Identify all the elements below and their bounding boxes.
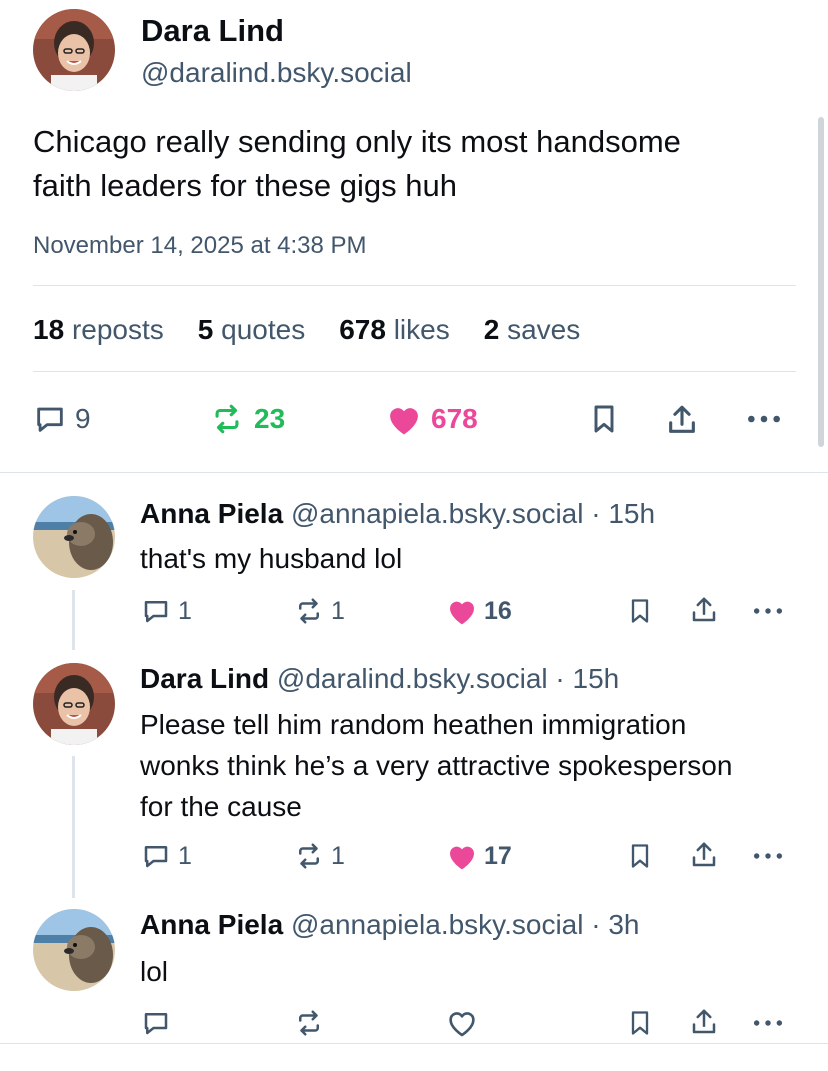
post-date[interactable]: November 14, 2025 at 4:38 PM	[33, 232, 367, 260]
reply-header: Dara Lind @daralind.bsky.social · 15h	[140, 663, 619, 695]
repost-count: 1	[331, 841, 345, 870]
share-icon	[669, 405, 695, 433]
like-button[interactable]: 16	[446, 596, 512, 626]
reply-button[interactable]: 1	[140, 596, 192, 626]
reply-author-name[interactable]: Anna Piela	[140, 909, 283, 940]
likes-stat[interactable]: 678 likes	[339, 314, 450, 346]
like-button[interactable]: 678	[385, 402, 478, 436]
repost-icon	[299, 598, 319, 624]
share-button[interactable]	[689, 839, 719, 871]
repost-count: 1	[331, 596, 345, 625]
repost-icon	[299, 1010, 319, 1036]
repost-button[interactable]	[293, 1008, 331, 1038]
divider	[0, 1043, 828, 1044]
repost-icon	[215, 404, 239, 434]
more-icon	[753, 853, 783, 859]
bookmark-button[interactable]	[626, 596, 654, 626]
reposts-stat[interactable]: 18 reposts	[33, 314, 164, 346]
reply-header: Anna Piela @annapiela.bsky.social · 3h	[140, 909, 640, 941]
more-options-button[interactable]	[745, 402, 783, 436]
author-name[interactable]: Dara Lind	[141, 13, 284, 49]
share-button[interactable]	[665, 402, 699, 438]
post-text: Chicago really sending only its most han…	[33, 120, 803, 208]
reply-icon	[144, 1013, 168, 1035]
repost-icon	[299, 843, 319, 869]
more-options-button[interactable]	[751, 596, 785, 626]
author-handle[interactable]: @daralind.bsky.social	[141, 57, 412, 89]
reply-meta[interactable]: @annapiela.bsky.social · 15h	[291, 498, 655, 529]
bookmark-icon	[631, 1011, 649, 1035]
post-text-line: faith leaders for these gigs huh	[33, 168, 457, 203]
divider	[33, 285, 796, 286]
reply-count: 1	[178, 596, 192, 625]
share-icon	[692, 597, 716, 622]
reply-text: Please tell him random heathen immigrati…	[140, 709, 733, 822]
share-icon	[692, 1009, 716, 1034]
repost-button[interactable]: 1	[293, 841, 345, 871]
reply-author-name[interactable]: Anna Piela	[140, 498, 283, 529]
reply-post[interactable]: Anna Piela @annapiela.bsky.social · 3h l…	[0, 887, 828, 1043]
reply-meta[interactable]: @daralind.bsky.social · 15h	[277, 663, 619, 694]
more-icon	[753, 1020, 783, 1026]
saves-stat[interactable]: 2 saves	[484, 314, 581, 346]
like-count: 17	[484, 841, 512, 870]
bookmark-icon	[594, 405, 614, 433]
more-options-button[interactable]	[751, 841, 785, 871]
like-button[interactable]	[446, 1008, 484, 1038]
post-text-line: Chicago really sending only its most han…	[33, 124, 681, 159]
bookmark-icon	[631, 844, 649, 868]
heart-icon	[450, 846, 474, 870]
reply-icon	[37, 407, 63, 432]
repost-button[interactable]: 1	[293, 596, 345, 626]
avatar[interactable]	[33, 9, 115, 91]
like-button[interactable]: 17	[446, 841, 512, 871]
reply-button[interactable]: 9	[33, 402, 91, 436]
repost-count: 23	[254, 403, 286, 434]
reply-count: 1	[178, 841, 192, 870]
reply-meta[interactable]: @annapiela.bsky.social · 3h	[291, 909, 640, 940]
avatar[interactable]	[33, 496, 115, 578]
share-icon	[692, 842, 716, 867]
heart-icon	[449, 1012, 475, 1037]
quotes-stat[interactable]: 5 quotes	[198, 314, 305, 346]
divider	[33, 371, 796, 372]
reply-text: lol	[140, 956, 169, 987]
like-count: 678	[431, 403, 478, 434]
bookmark-button[interactable]	[626, 1008, 654, 1038]
scrollbar[interactable]	[818, 117, 824, 447]
like-count: 16	[484, 596, 512, 625]
reply-post[interactable]: Anna Piela @annapiela.bsky.social · 15h …	[0, 472, 828, 637]
more-options-button[interactable]	[751, 1008, 785, 1038]
more-icon	[753, 608, 783, 614]
reply-icon	[144, 601, 168, 623]
reply-header: Anna Piela @annapiela.bsky.social · 15h	[140, 498, 655, 530]
bookmark-button[interactable]	[626, 841, 654, 871]
main-post: Dara Lind @daralind.bsky.social Chicago …	[0, 0, 828, 472]
reply-button[interactable]	[140, 1008, 178, 1038]
bookmark-button[interactable]	[588, 402, 620, 436]
heart-icon	[390, 408, 418, 435]
share-button[interactable]	[689, 1006, 719, 1038]
reply-author-name[interactable]: Dara Lind	[140, 663, 269, 694]
reply-count: 9	[75, 403, 91, 434]
reply-icon	[144, 846, 168, 868]
share-button[interactable]	[689, 594, 719, 626]
reply-button[interactable]: 1	[140, 841, 192, 871]
reply-text: that's my husband lol	[140, 543, 403, 574]
bookmark-icon	[631, 599, 649, 623]
reply-post[interactable]: Dara Lind @daralind.bsky.social · 15h Pl…	[0, 637, 828, 887]
repost-button[interactable]: 23	[208, 402, 285, 436]
heart-icon	[450, 601, 474, 625]
post-stats: 18 reposts 5 quotes 678 likes 2 saves	[33, 314, 580, 346]
avatar[interactable]	[33, 909, 115, 991]
more-icon	[748, 415, 780, 423]
avatar[interactable]	[33, 663, 115, 745]
